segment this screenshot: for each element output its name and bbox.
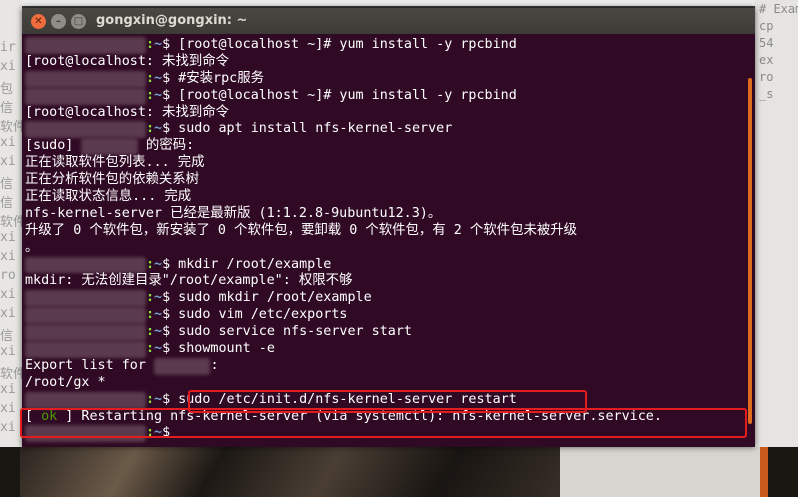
command-text: showmount -e [170, 341, 275, 357]
prompt-line: gongxin@gongxin:~$ sudo service nfs-serv… [25, 324, 745, 342]
background-text-fragment: xi [0, 401, 16, 416]
background-text-fragment: ro [759, 70, 774, 84]
prompt-line: gongxin@gongxin:~$ mkdir /root/example [25, 256, 745, 274]
background-text-fragment: xi [0, 344, 16, 359]
prompt-path: ~ [154, 37, 163, 52]
prompt-line: gongxin@gongxin:~$ [root@localhost ~]# y… [25, 37, 745, 54]
background-text-fragment: ex [759, 53, 774, 67]
background-text-fragment: cp [759, 19, 774, 33]
maximize-icon[interactable]: □ [71, 14, 86, 29]
background-text-fragment: xi [0, 154, 16, 169]
background-text-fragment: 软件 [0, 120, 22, 132]
background-text-fragment: xi [0, 135, 16, 150]
background-text-fragment: xi [0, 249, 16, 264]
prompt-path: ~ [154, 256, 163, 272]
command-text: [root@localhost ~]# yum install -y rpcbi… [170, 87, 517, 103]
background-window-left: ir xi 包信软件 xi xi 信信软件 xi xi ro xi xi 信 xi 软件 xi xi xi [0, 0, 22, 497]
close-icon[interactable]: ✕ [31, 14, 46, 29]
titlebar[interactable]: ✕ – □ gongxin@gongxin: ~ [22, 8, 755, 34]
background-window-bottom [560, 447, 760, 497]
background-text-fragment: 包 [0, 82, 14, 94]
prompt-path: ~ [154, 391, 163, 407]
prompt-path: ~ [154, 121, 163, 137]
prompt-line: gongxin@gongxin:~$ [root@localhost ~]# y… [25, 87, 745, 105]
output-line: Export list for gongxin: [25, 357, 219, 375]
background-text-fragment: # Example [759, 2, 798, 16]
background-text-fragment: xi [0, 420, 16, 435]
output-line: 正在分析软件包的依赖关系树 [25, 172, 200, 188]
terminal-scrollbar[interactable] [748, 78, 752, 424]
redacted-user-host: gongxin@gongxin [25, 121, 146, 139]
background-text-fragment: _s [759, 87, 774, 101]
background-text-fragment: 软件 [0, 215, 22, 227]
redacted-user-host: gongxin@gongxin [25, 307, 146, 325]
output-line: mkdir: 无法创建目录"/root/example": 权限不够 [25, 273, 353, 289]
background-text-fragment: 信 [0, 101, 14, 113]
prompt-path: ~ [154, 307, 163, 323]
prompt-line: gongxin@gongxin:~$ #安装rpc服务 [25, 70, 745, 88]
output-line: [root@localhost: 未找到命令 [25, 53, 230, 69]
command-text: mkdir /root/example [170, 256, 332, 272]
background-text-fragment: xi [0, 59, 16, 74]
output-line: [sudo] gongxin 的密码: [25, 138, 195, 156]
prompt-line: gongxin@gongxin:~$ sudo mkdir /root/exam… [25, 290, 745, 308]
window-title: gongxin@gongxin: ~ [96, 13, 248, 28]
command-text: sudo vim /etc/exports [170, 307, 348, 323]
redacted-user-host: gongxin@gongxin [25, 391, 146, 409]
output-line: 升级了 0 个软件包，新安装了 0 个软件包，要卸载 0 个软件包，有 2 个软… [25, 222, 578, 238]
background-text-fragment: 信 [0, 329, 14, 341]
prompt-line: gongxin@gongxin:~$ sudo vim /etc/exports [25, 307, 745, 325]
background-text-fragment: xi [0, 230, 16, 245]
prompt-path: ~ [154, 324, 163, 340]
background-text-fragment: 54 [759, 36, 774, 50]
redacted-user-host: gongxin@gongxin [25, 290, 146, 308]
desktop-wallpaper [0, 447, 798, 497]
output-line: 。 [25, 239, 39, 255]
redacted-user-host: gongxin@gongxin [25, 87, 146, 105]
background-scrollbar[interactable] [760, 447, 768, 497]
wallpaper-image [20, 447, 580, 497]
prompt-path: ~ [154, 87, 163, 103]
minimize-icon[interactable]: – [51, 14, 66, 29]
redacted-username: gongxin [81, 138, 138, 156]
command-text: sudo apt install nfs-kernel-server [170, 121, 453, 137]
output-line: [root@localhost: 未找到命令 [25, 104, 230, 120]
output-line: nfs-kernel-server 已经是最新版 (1:1.2.8-9ubunt… [25, 205, 442, 221]
background-text-fragment: 信 [0, 177, 14, 189]
output-line: 正在读取状态信息... 完成 [25, 189, 192, 205]
background-text-fragment: 信 [0, 196, 14, 208]
background-window-right: # Example cp 54 ex ro _s [755, 0, 798, 497]
redacted-user-host: gongxin@gongxin [25, 341, 146, 358]
desktop-top-strip [0, 0, 798, 6]
background-text-fragment: xi [0, 287, 16, 302]
background-text-fragment: xi [0, 306, 16, 321]
redacted-user-host: gongxin@gongxin [25, 70, 146, 88]
redacted-user-host: gongxin@gongxin [25, 324, 146, 342]
background-text-fragment: ir [0, 40, 16, 55]
output-line: 正在读取软件包列表... 完成 [25, 155, 205, 171]
redacted-username: gongxin [154, 357, 211, 375]
prompt-line: gongxin@gongxin:~$ showmount -e [25, 341, 745, 358]
terminal-window[interactable]: ✕ – □ gongxin@gongxin: ~ gongxin@gongxin… [20, 8, 755, 447]
redacted-user-host: gongxin@gongxin [25, 37, 146, 54]
prompt-path: ~ [154, 290, 163, 306]
command-text: sudo service nfs-server start [170, 324, 412, 340]
prompt-path: ~ [154, 70, 163, 86]
command-text: [root@localhost ~]# yum install -y rpcbi… [170, 37, 517, 52]
redacted-user-host: gongxin@gongxin [25, 256, 146, 274]
background-text-fragment: 软件 [0, 367, 22, 379]
command-text: #安装rpc服务 [170, 70, 264, 86]
prompt-path: ~ [154, 341, 163, 357]
highlight-box-status [20, 408, 747, 438]
background-text-fragment: xi [0, 382, 16, 397]
background-text-fragment: ro [0, 268, 16, 283]
terminal-output[interactable]: gongxin@gongxin:~$ [root@localhost ~]# y… [25, 37, 745, 443]
command-text: sudo mkdir /root/example [170, 290, 372, 306]
prompt-line: gongxin@gongxin:~$ sudo apt install nfs-… [25, 121, 745, 139]
